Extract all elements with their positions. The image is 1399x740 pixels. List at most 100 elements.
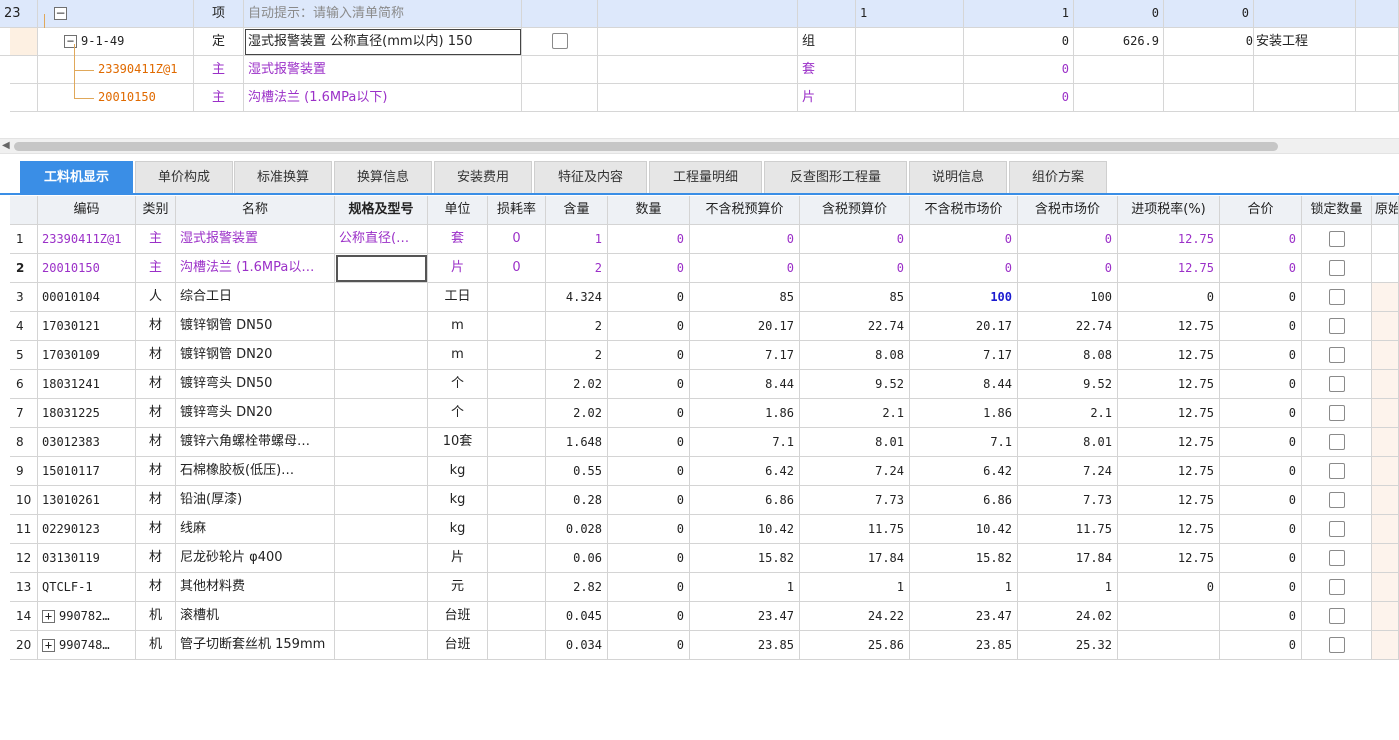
loss-cell[interactable]: [488, 399, 546, 428]
loss-cell[interactable]: [488, 486, 546, 515]
tab-standard-conversion[interactable]: 标准换算: [234, 161, 332, 193]
spec-cell[interactable]: [335, 515, 428, 544]
tax-rate-cell[interactable]: 12.75: [1118, 457, 1220, 486]
tab-quantity-detail[interactable]: 工程量明细: [649, 161, 762, 193]
market-inc-cell[interactable]: 0: [1018, 254, 1118, 283]
loss-cell[interactable]: [488, 457, 546, 486]
material-name[interactable]: 沟槽法兰 (1.6MPa以下): [244, 84, 522, 112]
tax-rate-cell[interactable]: 0: [1118, 283, 1220, 312]
content-cell[interactable]: 2.02: [546, 399, 608, 428]
market-ex-cell[interactable]: 8.44: [910, 370, 1018, 399]
market-inc-cell[interactable]: 7.73: [1018, 486, 1118, 515]
market-ex-cell[interactable]: 6.42: [910, 457, 1018, 486]
code-cell[interactable]: 20010150: [38, 254, 136, 283]
scrollbar-thumb[interactable]: [14, 142, 1278, 151]
spec-cell[interactable]: [335, 631, 428, 660]
market-ex-cell[interactable]: 0: [910, 254, 1018, 283]
table-row[interactable]: 10 13010261 材铅油(厚漆) kg 0.28 0 6.86 7.73 6.86 7.73…: [10, 486, 1399, 515]
name-input[interactable]: 自动提示：请输入清单简称: [244, 0, 522, 28]
qty-cell[interactable]: 0: [964, 28, 1074, 56]
tax-rate-cell[interactable]: 0: [1118, 573, 1220, 602]
plus-box-icon[interactable]: +: [42, 610, 55, 623]
spec-cell[interactable]: [335, 254, 428, 283]
market-inc-cell[interactable]: 100: [1018, 283, 1118, 312]
tax-rate-cell[interactable]: 12.75: [1118, 341, 1220, 370]
market-ex-cell[interactable]: 0: [910, 225, 1018, 254]
content-cell[interactable]: 2: [546, 254, 608, 283]
loss-cell[interactable]: [488, 341, 546, 370]
loss-cell[interactable]: [488, 515, 546, 544]
content-cell[interactable]: 0.06: [546, 544, 608, 573]
content-cell[interactable]: 0.028: [546, 515, 608, 544]
table-row[interactable]: 1 23390411Z@1 主湿式报警装置 公称直径(… 套 0 1 0 0 0 0 0 12.75 0: [10, 225, 1399, 254]
loss-cell[interactable]: [488, 631, 546, 660]
checkbox-icon[interactable]: [1329, 463, 1345, 479]
tax-rate-cell[interactable]: 12.75: [1118, 254, 1220, 283]
market-ex-cell[interactable]: 20.17: [910, 312, 1018, 341]
code-cell[interactable]: 18031241: [38, 370, 136, 399]
table-row[interactable]: 8 03012383 材镀锌六角螺栓带螺母… 10套 1.648 0 7.1 8.01 7.1 8…: [10, 428, 1399, 457]
code-cell[interactable]: 18031225: [38, 399, 136, 428]
header-sum[interactable]: 合价: [1220, 196, 1302, 225]
tab-conversion-info[interactable]: 换算信息: [334, 161, 432, 193]
checkbox-icon[interactable]: [1329, 260, 1345, 276]
table-row[interactable]: 5 17030109 材镀锌钢管 DN20 m 2 0 7.17 8.08 7.17 8.08 12…: [10, 341, 1399, 370]
name-cell[interactable]: 镀锌弯头 DN20: [176, 399, 335, 428]
checkbox-icon[interactable]: [1329, 289, 1345, 305]
loss-cell[interactable]: [488, 370, 546, 399]
table-row[interactable]: 2 20010150 主沟槽法兰 (1.6MPa以… 片 0 2 0 0 0 0 0 12.75 0: [10, 254, 1399, 283]
checkbox-icon[interactable]: [1329, 405, 1345, 421]
table-row[interactable]: 3 00010104 人综合工日 工日 4.324 0 85 85 100 100 0 0: [10, 283, 1399, 312]
table-row[interactable]: 13 QTCLF-1 材其他材料费元 2.82 0 1 1 1 1 0 0: [10, 573, 1399, 602]
qty-cell[interactable]: 0: [964, 56, 1074, 84]
spec-cell[interactable]: [335, 312, 428, 341]
name-cell[interactable]: 沟槽法兰 (1.6MPa以…: [176, 254, 335, 283]
market-inc-cell[interactable]: 8.08: [1018, 341, 1118, 370]
checkbox-icon[interactable]: [1329, 434, 1345, 450]
header-content[interactable]: 含量: [546, 196, 608, 225]
table-row[interactable]: 11 02290123 材线麻 kg 0.028 0 10.42 11.75 10.42 11.7…: [10, 515, 1399, 544]
qty-cell[interactable]: 0: [964, 84, 1074, 112]
code-cell[interactable]: 13010261: [38, 486, 136, 515]
minus-box-icon[interactable]: −: [64, 35, 77, 48]
code-cell[interactable]: 00010104: [38, 283, 136, 312]
code-cell[interactable]: 17030109: [38, 341, 136, 370]
quota-row[interactable]: −9-1-49 定 湿式报警装置 公称直径(mm以内) 150 组 0 626.…: [0, 28, 1399, 56]
header-spec[interactable]: 规格及型号: [335, 196, 428, 225]
checkbox-icon[interactable]: [1329, 231, 1345, 247]
market-inc-cell[interactable]: 22.74: [1018, 312, 1118, 341]
loss-cell[interactable]: [488, 573, 546, 602]
market-ex-cell[interactable]: 100: [910, 283, 1018, 312]
market-ex-cell[interactable]: 7.1: [910, 428, 1018, 457]
checkbox-icon[interactable]: [1329, 376, 1345, 392]
tax-rate-cell[interactable]: 12.75: [1118, 312, 1220, 341]
market-inc-cell[interactable]: 2.1: [1018, 399, 1118, 428]
tab-pricing-plan[interactable]: 组价方案: [1009, 161, 1107, 193]
market-ex-cell[interactable]: 10.42: [910, 515, 1018, 544]
checkbox-icon[interactable]: [1329, 492, 1345, 508]
loss-cell[interactable]: 0: [488, 225, 546, 254]
name-cell[interactable]: 铅油(厚漆): [176, 486, 335, 515]
market-ex-cell[interactable]: 15.82: [910, 544, 1018, 573]
bill-row-23[interactable]: 23 − 项 自动提示：请输入清单简称 1 1 0 0: [0, 0, 1399, 28]
spec-cell[interactable]: [335, 283, 428, 312]
content-cell[interactable]: 2: [546, 312, 608, 341]
code-cell[interactable]: +990748…: [38, 631, 136, 660]
material-name[interactable]: 湿式报警装置: [244, 56, 522, 84]
code-cell[interactable]: 23390411Z@1: [38, 225, 136, 254]
market-inc-cell[interactable]: 11.75: [1018, 515, 1118, 544]
tax-rate-cell[interactable]: 12.75: [1118, 515, 1220, 544]
tax-rate-cell[interactable]: 12.75: [1118, 428, 1220, 457]
content-cell[interactable]: 0.034: [546, 631, 608, 660]
name-cell[interactable]: 综合工日: [176, 283, 335, 312]
tax-rate-cell[interactable]: 12.75: [1118, 225, 1220, 254]
table-row[interactable]: 6 18031241 材镀锌弯头 DN50 个 2.02 0 8.44 9.52 8.44 9.5…: [10, 370, 1399, 399]
name-cell[interactable]: 镀锌六角螺栓带螺母…: [176, 428, 335, 457]
name-cell[interactable]: 尼龙砂轮片 φ400: [176, 544, 335, 573]
header-market-price-ex-tax[interactable]: 不含税市场价: [910, 196, 1018, 225]
content-cell[interactable]: 2.02: [546, 370, 608, 399]
market-ex-cell[interactable]: 7.17: [910, 341, 1018, 370]
loss-cell[interactable]: [488, 602, 546, 631]
market-ex-cell[interactable]: 23.47: [910, 602, 1018, 631]
name-cell[interactable]: 石棉橡胶板(低压)…: [176, 457, 335, 486]
